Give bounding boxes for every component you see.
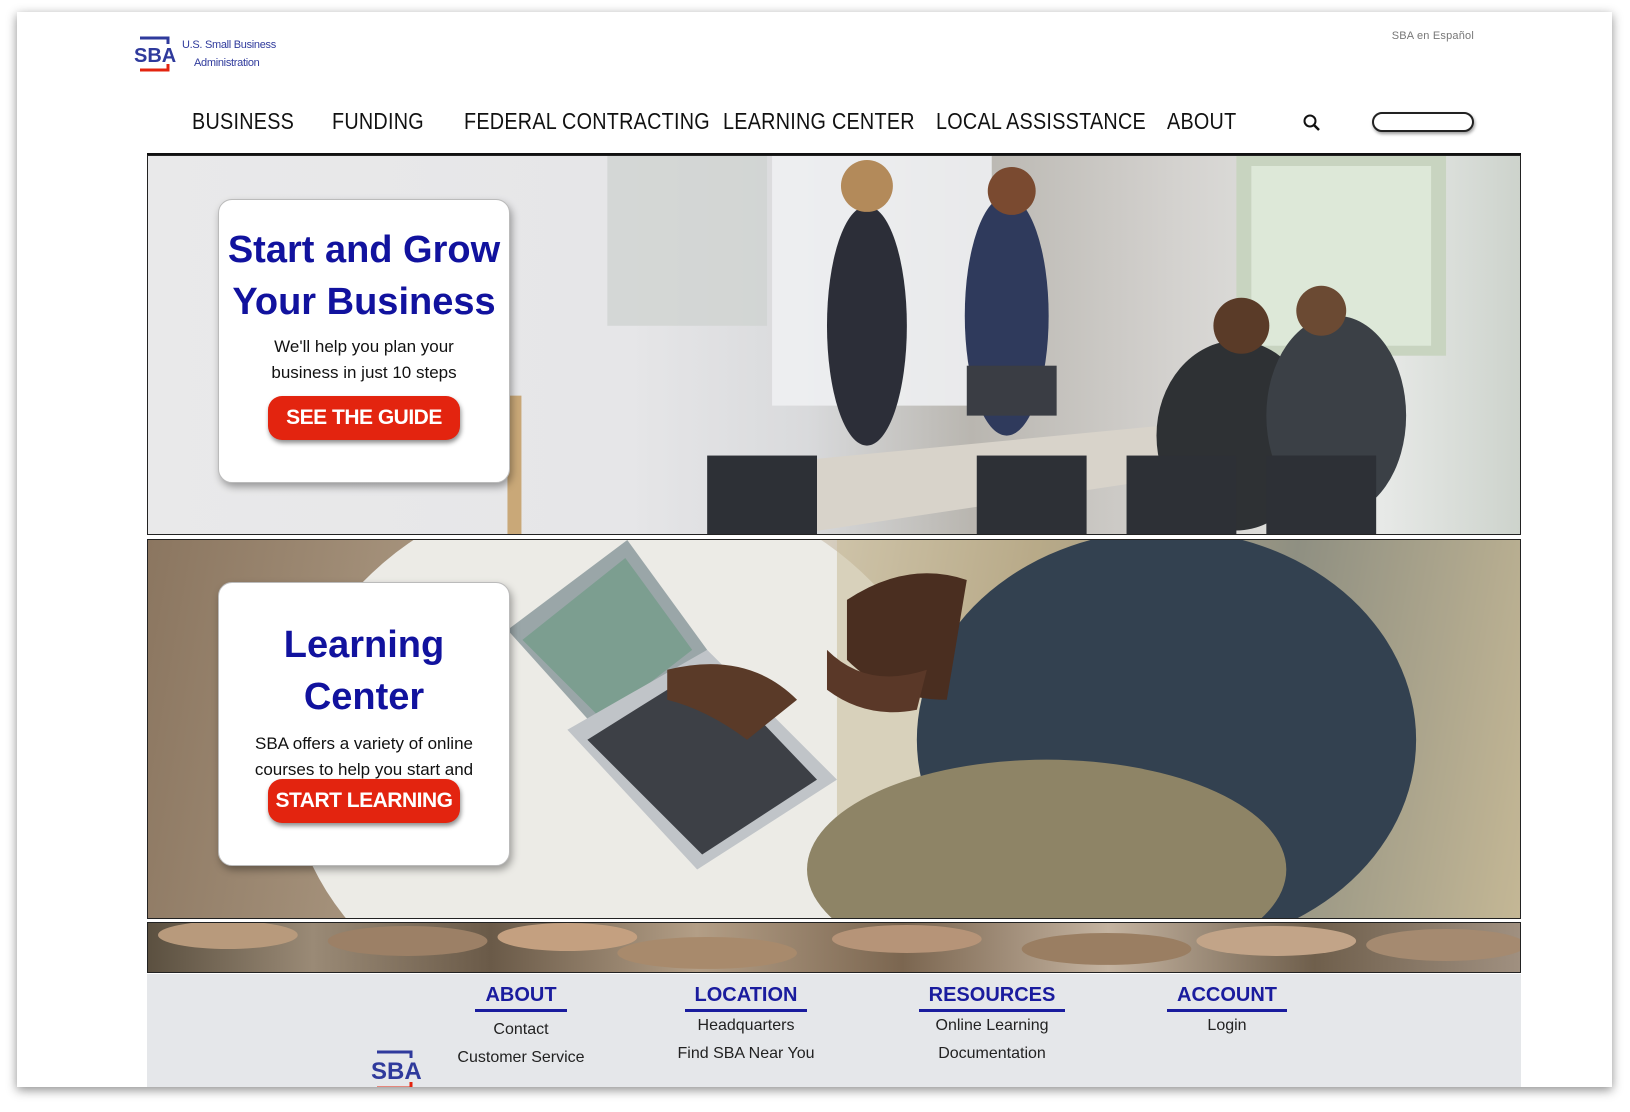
footer-col-about: ABOUT Contact Customer Service [441, 984, 601, 1072]
footer-link-contact[interactable]: Contact [441, 1016, 601, 1044]
footer-link-login[interactable]: Login [1147, 1012, 1307, 1040]
footer-heading-account[interactable]: ACCOUNT [1167, 984, 1287, 1012]
footer-link-headquarters[interactable]: Headquarters [666, 1012, 826, 1040]
nav-item-funding[interactable]: FUNDING [332, 108, 424, 135]
footer-col-resources: RESOURCES Online Learning Documentation [912, 984, 1072, 1068]
nav-item-local-assistance[interactable]: LOCAL ASSISSTANCE [936, 108, 1146, 135]
start-grow-card: Start and Grow Your Business We'll help … [218, 199, 510, 483]
start-grow-body-line1: We'll help you plan your [274, 337, 454, 356]
espanol-link[interactable]: SBA en Español [1392, 30, 1474, 42]
search-icon[interactable] [1302, 113, 1322, 133]
sba-logo-mark-icon: SBA [134, 36, 176, 72]
footer-link-find-sba[interactable]: Find SBA Near You [666, 1040, 826, 1068]
learning-center-card: Learning Center SBA offers a variety of … [218, 582, 510, 866]
learning-center-body-line1: SBA offers a variety of online [255, 734, 473, 753]
hero-banner-start-grow: Start and Grow Your Business We'll help … [147, 155, 1521, 535]
footer-col-location: LOCATION Headquarters Find SBA Near You [666, 984, 826, 1068]
nav-item-federal-contracting[interactable]: FEDERAL CONTRACTING [464, 108, 710, 135]
sba-logo[interactable]: SBA U.S. Small Business Administration [130, 32, 276, 76]
footer-sba-logo-icon[interactable]: SBA [367, 1046, 423, 1087]
svg-text:SBA: SBA [371, 1058, 422, 1085]
start-learning-button[interactable]: START LEARNING [268, 779, 460, 823]
learning-center-title: Learning Center [283, 624, 445, 718]
start-grow-title-line2: Your Business [232, 281, 496, 323]
svg-text:SBA: SBA [134, 45, 176, 67]
see-the-guide-button[interactable]: SEE THE GUIDE [268, 396, 460, 440]
nav-item-learning-center[interactable]: LEARNING CENTER [723, 108, 915, 135]
start-grow-body-line2: business in just 10 steps [271, 363, 457, 382]
agency-name-line2: Administration [194, 57, 260, 69]
footer-heading-about[interactable]: ABOUT [475, 984, 567, 1012]
browser-page: SBA U.S. Small Business Administration S… [17, 12, 1612, 1087]
search-input[interactable] [1372, 112, 1474, 132]
footer-col-account: ACCOUNT Login [1147, 984, 1307, 1040]
footer-link-online-learning[interactable]: Online Learning [912, 1012, 1072, 1040]
footer-link-documentation[interactable]: Documentation [912, 1040, 1072, 1068]
hero-banner-learning-center: Learning Center SBA offers a variety of … [147, 539, 1521, 919]
nav-item-business[interactable]: BUSINESS [192, 108, 294, 135]
footer-heading-location[interactable]: LOCATION [684, 984, 808, 1012]
agency-name-line1: U.S. Small Business [182, 39, 276, 51]
start-grow-title-line1: Start and Grow [227, 229, 501, 271]
footer-heading-resources[interactable]: RESOURCES [918, 984, 1066, 1012]
footer-link-customer-service[interactable]: Customer Service [441, 1044, 601, 1072]
footer: SBA ABOUT Contact Customer Service LOCAT… [147, 974, 1521, 1087]
coins-photo [158, 923, 1520, 969]
nav-item-about[interactable]: ABOUT [1167, 108, 1236, 135]
coins-banner [147, 922, 1521, 973]
main-nav: BUSINESS FUNDING FEDERAL CONTRACTING LEA… [147, 108, 1337, 142]
